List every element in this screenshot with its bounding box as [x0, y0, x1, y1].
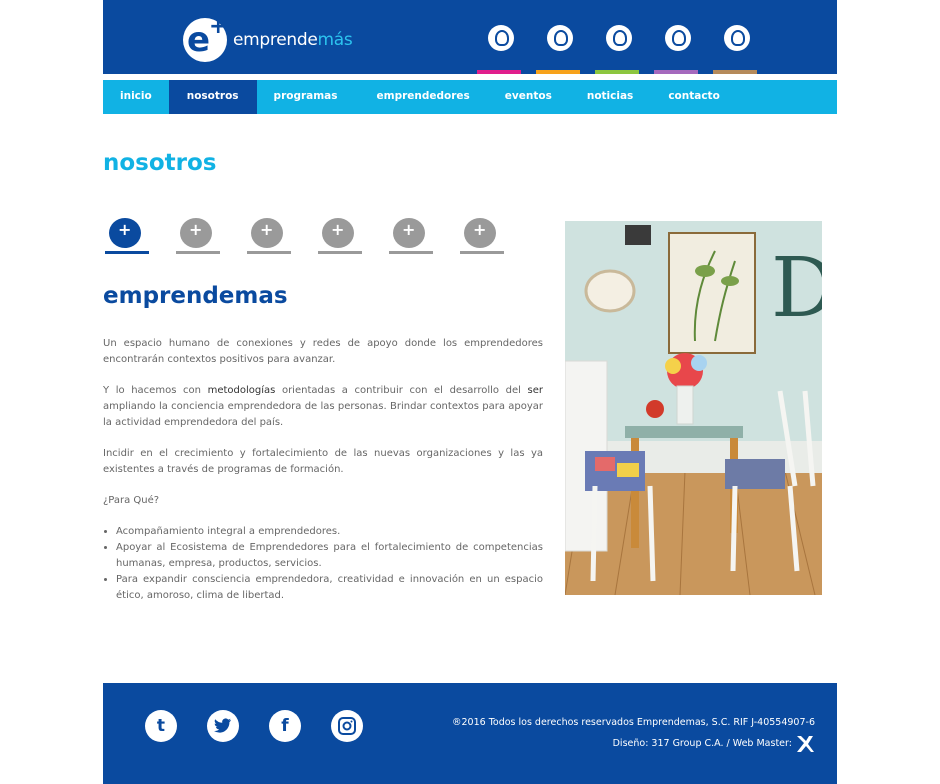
paragraph-2-part-b: orientadas a contribuir con el desarroll…	[275, 385, 528, 396]
list-item: Apoyar al Ecosistema de Emprendedores pa…	[116, 540, 543, 572]
nav-item-noticias[interactable]: noticias	[587, 80, 668, 114]
site-footer: t f ®2016 Todos los derechos reservados …	[103, 683, 837, 784]
tab-emprendemas-logo-icon[interactable]	[105, 216, 149, 256]
facebook-icon[interactable]: f	[269, 710, 301, 742]
nav-item-contacto[interactable]: contacto	[668, 80, 736, 114]
room-photo-illustration: D	[565, 221, 822, 595]
nav-item-emprendedores[interactable]: emprendedores	[377, 80, 505, 114]
header-head-plus-icon[interactable]	[536, 22, 595, 74]
paragraph-4: ¿Para Qué?	[103, 495, 160, 506]
svg-text:D: D	[771, 241, 822, 336]
header-hand-plus-icon[interactable]	[477, 22, 536, 74]
tab-arrow-up-plus-icon[interactable]	[460, 216, 504, 256]
page-title: nosotros	[103, 150, 217, 176]
header-hand-heart-icon[interactable]	[654, 22, 713, 74]
instagram-icon[interactable]	[331, 710, 363, 742]
tumblr-icon[interactable]: t	[145, 710, 177, 742]
copyright-text: ®2016 Todos los derechos reservados Empr…	[452, 717, 815, 728]
footer-credits: ®2016 Todos los derechos reservados Empr…	[452, 712, 815, 754]
nav-item-nosotros[interactable]: nosotros	[168, 80, 257, 114]
paragraph-1: Un espacio humano de conexiones y redes …	[103, 338, 543, 365]
logo-mark-icon: e +	[183, 14, 227, 62]
logo-text-main: emprende	[233, 30, 318, 50]
instagram-camera-glyph	[338, 717, 356, 735]
nav-item-eventos[interactable]: eventos	[505, 80, 587, 114]
paragraph-2-part-a: Y lo hacemos con	[103, 385, 208, 396]
social-links: t f	[145, 710, 393, 742]
list-item: Para expandir consciencia emprendedora, …	[116, 572, 543, 604]
header-program-icons	[477, 22, 772, 74]
paragraph-2-strong-2: ser	[527, 385, 543, 396]
paragraph-2-part-c: ampliando la conciencia emprendedora de …	[103, 401, 543, 428]
twitter-bird-glyph	[214, 718, 231, 733]
paragraph-3: Incidir en el crecimiento y fortalecimie…	[103, 448, 543, 475]
site-logo[interactable]: e + emprendemás	[183, 14, 353, 62]
header-sprout-plus-icon[interactable]	[595, 22, 654, 74]
tab-sprout-plus-icon[interactable]	[318, 216, 362, 256]
twitter-icon[interactable]	[207, 710, 239, 742]
paragraph-2: Y lo hacemos con metodologías orientadas…	[103, 383, 543, 431]
nav-item-inicio[interactable]: inicio	[103, 80, 169, 114]
purpose-list: Acompañamiento integral a emprendedores.…	[103, 524, 543, 604]
credits-text: Diseño: 317 Group C.A. / Web Master:	[612, 738, 792, 749]
credits-line: Diseño: 317 Group C.A. / Web Master:	[452, 733, 815, 754]
tab-hand-heart-icon[interactable]	[389, 216, 433, 256]
site-header: e + emprendemás	[103, 0, 837, 74]
webmaster-logo-icon[interactable]	[795, 734, 815, 754]
main-nav: inicio nosotros programas emprendedores …	[103, 80, 837, 114]
paragraph-2-strong-1: metodologías	[207, 385, 276, 396]
tab-head-plus-icon[interactable]	[247, 216, 291, 256]
header-arrow-up-plus-icon[interactable]	[713, 22, 772, 74]
section-tabs	[105, 216, 531, 256]
section-body: Un espacio humano de conexiones y redes …	[103, 336, 543, 604]
tab-hand-plus-icon[interactable]	[176, 216, 220, 256]
logo-text: emprendemás	[233, 30, 353, 50]
room-photo: D	[565, 221, 822, 595]
logo-text-accent: más	[317, 30, 353, 50]
nav-item-programas[interactable]: programas	[257, 80, 377, 114]
section-title: emprendemas	[103, 283, 288, 309]
list-item: Acompañamiento integral a emprendedores.	[116, 524, 543, 540]
